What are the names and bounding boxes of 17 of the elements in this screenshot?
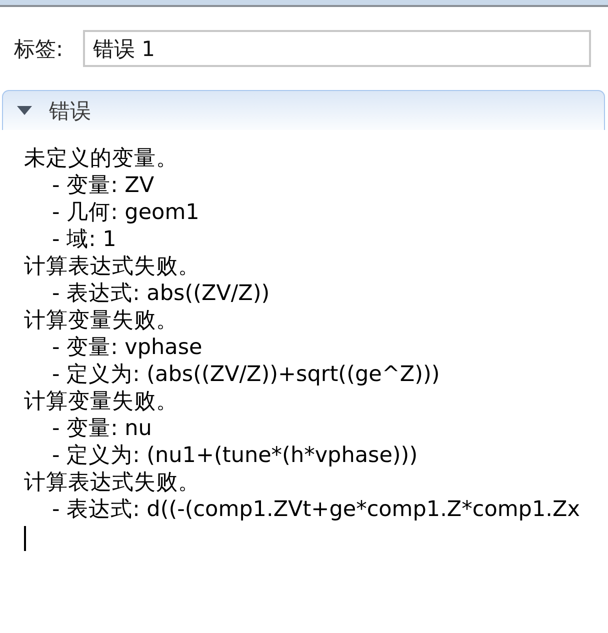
message-line: 计算变量失败。 — [24, 388, 178, 415]
detail-line: - 定义为: (abs((ZV/Z))+sqrt((ge^Z))) — [52, 361, 440, 388]
section-header[interactable]: 错误 — [2, 90, 605, 130]
label-input-field[interactable]: 错误 1 — [83, 30, 591, 67]
detail-line: - 变量: vphase — [52, 334, 202, 361]
detail-line: - 域: 1 — [52, 226, 116, 253]
detail-line: - 表达式: abs((ZV/Z)) — [52, 280, 270, 307]
message-line: 计算变量失败。 — [24, 307, 178, 334]
message-line: 未定义的变量。 — [24, 145, 178, 172]
detail-line: - 几何: geom1 — [52, 199, 200, 226]
message-line: 计算表达式失败。 — [24, 253, 200, 280]
detail-line: - 变量: ZV — [52, 172, 154, 199]
message-line: 计算表达式失败。 — [24, 469, 200, 496]
detail-line: - 定义为: (nu1+(tune*(h*vphase))) — [52, 442, 418, 469]
label-text: 标签: — [14, 36, 64, 62]
detail-line: - 变量: nu — [52, 415, 152, 442]
detail-line: - 表达式: d((-(comp1.ZVt+ge*comp1.Z*comp1.Zx — [52, 496, 580, 523]
